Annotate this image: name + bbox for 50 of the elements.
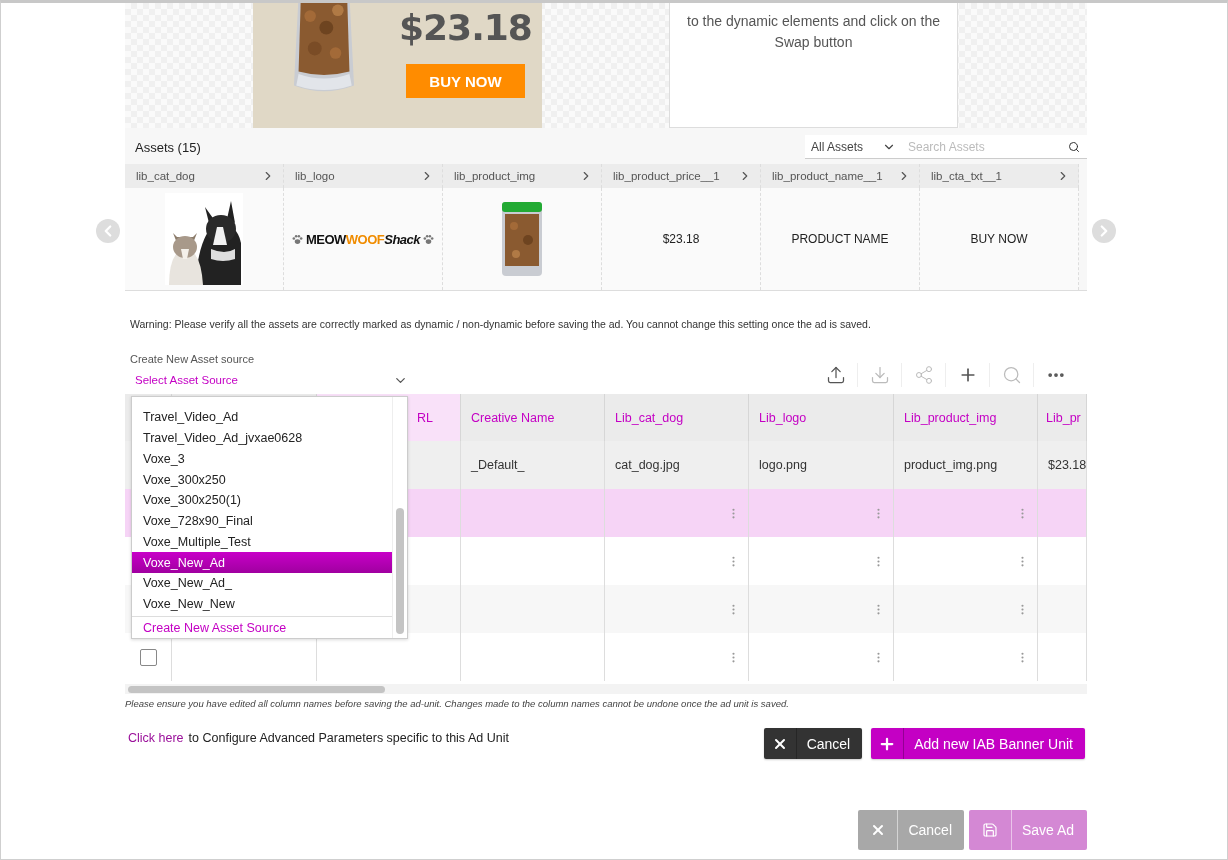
asset-value: $23.18 xyxy=(662,232,700,246)
table-cell: cat_dog.jpg xyxy=(605,441,749,489)
column-header[interactable]: Lib_product_img xyxy=(894,394,1038,441)
warning-text: Warning: Please verify all the assets are correctly marked as dynamic / non-dynamic before saving the ad. You cannot change this setting once the ad is saved. xyxy=(129,318,872,330)
dropdown-option[interactable]: Travel_Video_Ad_jvxae0628 xyxy=(132,427,392,449)
dropdown-option[interactable]: Voxe_3 xyxy=(132,448,392,470)
column-header[interactable]: Creative Name xyxy=(461,394,605,441)
column-header[interactable]: Lib_logo xyxy=(749,394,894,441)
table-cell: _Default_ xyxy=(461,441,605,489)
asset-header[interactable]: lib_product_price__1 xyxy=(602,164,761,188)
advanced-parameters-text: Click here to Configure Advanced Parameters specific to this Ad Unit xyxy=(127,731,509,745)
logo-text: MEOWWOOFShack xyxy=(305,231,421,247)
asset-value: BUY NOW xyxy=(970,232,1028,246)
asset-source-select[interactable]: Select Asset Source xyxy=(130,371,408,389)
add-unit-button[interactable]: Add new IAB Banner Unit xyxy=(871,728,1085,759)
ad-price: $23.18 xyxy=(399,7,532,48)
asset-header[interactable]: lib_cta_txt__1 xyxy=(920,164,1079,188)
asset-name: lib_logo xyxy=(295,170,335,182)
asset-header[interactable]: lib_product_name__1 xyxy=(761,164,920,188)
asset-name: lib_product_name__1 xyxy=(772,170,883,182)
dropdown-option[interactable]: Voxe_300x250 xyxy=(132,469,392,490)
dropdown-option[interactable]: Voxe_New_Ad_ xyxy=(132,572,392,594)
dropdown-option[interactable]: Voxe_728x90_Final xyxy=(132,510,392,532)
dropdown-option[interactable]: Voxe_300x250(1) xyxy=(132,489,392,511)
table-cell: logo.png xyxy=(749,441,894,489)
field-label: Create New Asset source xyxy=(130,353,256,365)
note-text: Please ensure you have edited all column names before saving the ad-unit. Changes made to the column names cannot be undone once the ad unit is saved. xyxy=(125,698,790,709)
dropdown-option[interactable]: Voxe_Multiple_Test xyxy=(132,531,392,553)
cancel-button[interactable]: Cancel xyxy=(763,728,863,759)
assets-title: Assets (15) xyxy=(135,139,201,155)
click-here-link[interactable]: Click here xyxy=(128,731,184,745)
asset-header[interactable]: lib_product_img xyxy=(443,164,602,188)
table-cell: product_img.png xyxy=(894,441,1038,489)
dropdown-option[interactable]: Voxe_New_Ad xyxy=(132,552,392,573)
search-field[interactable]: Search Assets xyxy=(902,135,1087,159)
column-header[interactable]: Lib_cat_dog xyxy=(605,394,749,441)
asset-value: PRODUCT NAME xyxy=(791,232,889,246)
dropdown-option[interactable]: Voxe_New_New xyxy=(132,593,392,615)
asset-header[interactable]: lib_cat_dog xyxy=(125,164,284,188)
create-source-option[interactable]: Create New Asset Source xyxy=(132,616,392,639)
column-header[interactable]: Lib_pr xyxy=(1038,394,1087,441)
asset-filter-select[interactable]: All Assets xyxy=(805,135,902,159)
table-cell: $23.18 xyxy=(1038,441,1087,489)
instructions-text: to the dynamic elements and click on the Swap button xyxy=(686,12,941,52)
dropdown-option[interactable]: Travel_Video_Ad xyxy=(132,407,392,428)
asset-header[interactable]: lib_logo xyxy=(284,164,443,188)
asset-name: lib_product_img xyxy=(454,170,536,182)
asset-name: lib_cta_txt__1 xyxy=(931,170,1002,182)
asset-name: lib_cat_dog xyxy=(136,170,195,182)
asset-name: lib_product_price__1 xyxy=(613,170,720,182)
